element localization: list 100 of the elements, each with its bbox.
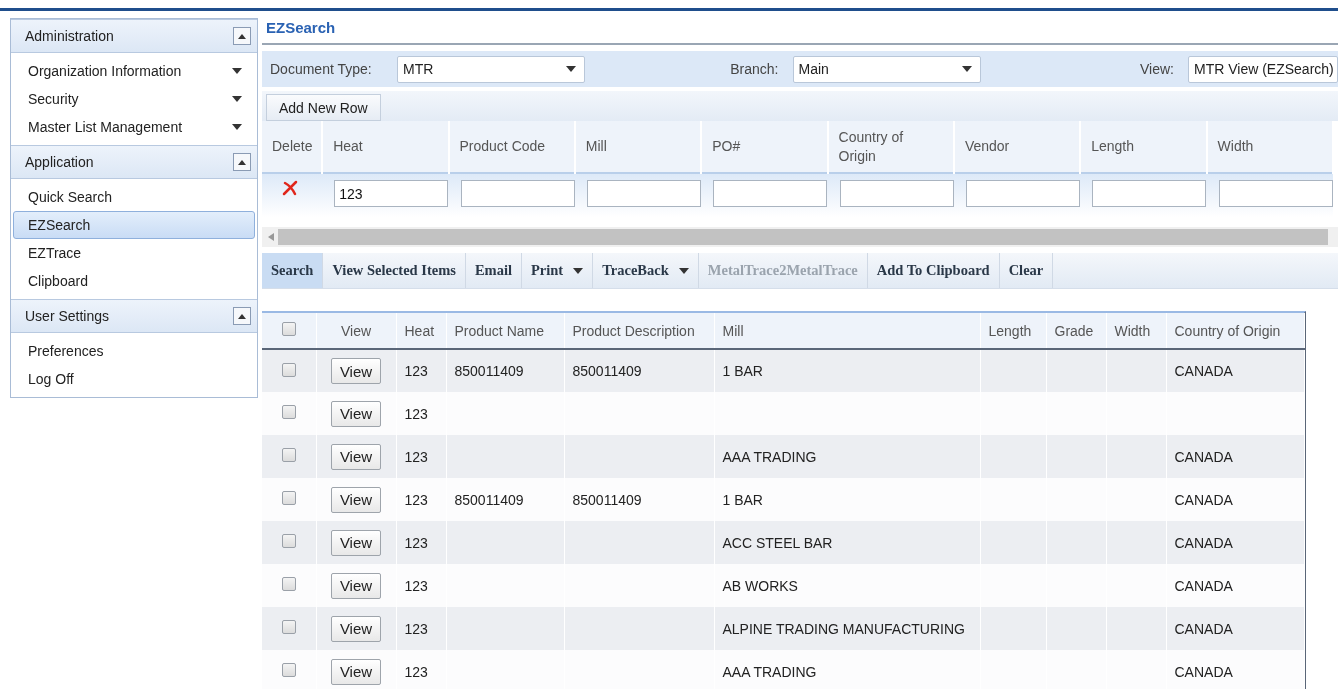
caret-icon [678,267,689,274]
column-header: Country of Origin [827,121,954,173]
horizontal-scrollbar[interactable] [262,227,1338,247]
table-cell: 123 [404,491,428,508]
nav-item[interactable]: EZSearch [13,211,255,239]
caret-icon [232,96,242,102]
row-checkbox[interactable] [281,405,296,419]
column-header: Length [1080,121,1207,173]
toolbar-button[interactable]: View Selected Items [323,253,466,288]
criteria-input[interactable] [839,180,954,207]
nav-item[interactable]: Security [13,85,255,113]
column-header: Heat [322,121,449,173]
collapse-button[interactable] [233,153,251,171]
dropdown-field[interactable]: Main [792,55,981,83]
criteria-input[interactable] [1092,180,1207,207]
collapse-button[interactable] [233,27,251,45]
filter-label: Document Type: [270,61,373,77]
row-checkbox[interactable] [281,448,296,462]
scroll-left-icon[interactable] [268,233,274,241]
table-cell: ACC STEEL BAR [722,534,833,551]
delete-icon[interactable] [282,180,298,196]
add-row-button[interactable]: Add New Row [266,94,381,121]
column-header: Length [980,313,1046,349]
view-button[interactable]: View [330,358,382,384]
table-cell: CANADA [1174,577,1233,594]
toolbar-button[interactable]: Print [522,253,594,288]
nav-item[interactable]: Preferences [13,337,255,365]
filter-label: Branch: [729,61,780,77]
view-button[interactable]: View [330,400,382,427]
table-cell: 123 [404,448,428,465]
toolbar-button[interactable]: Email [465,253,522,288]
column-header: Heat [396,313,446,349]
view-button[interactable]: View [330,572,382,599]
column-header: Grade [1046,313,1106,349]
nav-item[interactable]: Master List Management [13,113,255,141]
toolbar-button[interactable]: Add To Clipboard [867,253,1000,288]
section-title: Application [25,154,94,170]
table-cell: CANADA [1174,620,1233,637]
caret-icon [232,124,242,130]
nav-item[interactable]: Log Off [13,365,255,393]
collapse-button[interactable] [233,307,251,325]
toolbar-button[interactable]: Search [262,253,324,288]
view-button[interactable]: View [330,443,382,470]
nav-item[interactable]: Organization Information [13,57,255,85]
table-cell: 850011409 [454,363,524,379]
section-header[interactable]: Administration [11,19,257,53]
criteria-input[interactable]: 123 [334,180,449,207]
nav-item[interactable]: Quick Search [13,183,255,211]
column-header: Delete [262,121,323,173]
page-title: EZSearch [262,11,1338,45]
table-cell: AAA TRADING [722,663,817,680]
row-checkbox[interactable] [281,362,296,377]
table-cell: 123 [404,534,428,551]
view-button[interactable]: View [330,658,382,685]
table-cell: AAA TRADING [722,448,817,465]
caret-icon [232,68,242,74]
nav-item[interactable]: Clipboard [13,267,255,295]
row-checkbox[interactable] [281,663,296,677]
table-cell: 123 [404,363,428,379]
row-checkbox[interactable] [281,534,296,548]
table-cell: AB WORKS [722,577,798,594]
table-cell: 1 BAR [722,491,763,508]
caret-icon [573,267,584,274]
collapse-arrow-icon [238,159,246,165]
column-header: Vendor [953,121,1081,173]
criteria-input[interactable] [586,180,701,207]
column-header: Country of Origin [1166,313,1304,349]
column-header: Mill [574,121,702,173]
dropdown-field[interactable]: MTR [397,55,585,83]
nav-item[interactable]: EZTrace [13,239,255,267]
section-header[interactable]: User Settings [11,299,257,333]
column-header: Product Code [448,121,575,173]
table-cell: CANADA [1174,663,1233,680]
table-cell: 123 [404,577,428,594]
criteria-input[interactable] [965,180,1080,207]
table-cell: 850011409 [572,491,642,508]
row-checkbox[interactable] [281,620,296,634]
row-checkbox[interactable] [281,491,296,505]
toolbar-button[interactable]: TraceBack [593,253,699,288]
select-all-checkbox[interactable] [281,322,296,336]
column-header: PO# [701,121,828,173]
view-button[interactable]: View [330,486,382,513]
dropdown-field[interactable]: MTR View (EZSearch) [1188,55,1338,83]
column-header: Mill [714,313,980,349]
row-checkbox[interactable] [281,577,296,591]
view-button[interactable]: View [330,529,382,556]
table-cell: 850011409 [572,363,642,379]
table-cell: 123 [404,405,428,422]
criteria-input[interactable] [713,180,828,207]
criteria-input[interactable] [1218,180,1333,207]
section-header[interactable]: Application [11,145,257,179]
view-button[interactable]: View [330,615,382,642]
toolbar-button[interactable]: Clear [999,253,1054,288]
table-cell: 123 [404,620,428,637]
table-cell: ALPINE TRADING MANUFACTURING [722,620,965,637]
table-cell: CANADA [1174,534,1233,551]
criteria-input[interactable] [460,180,575,207]
column-header: Width [1106,313,1166,349]
table-cell: CANADA [1174,448,1233,465]
section-title: Administration [25,28,114,44]
